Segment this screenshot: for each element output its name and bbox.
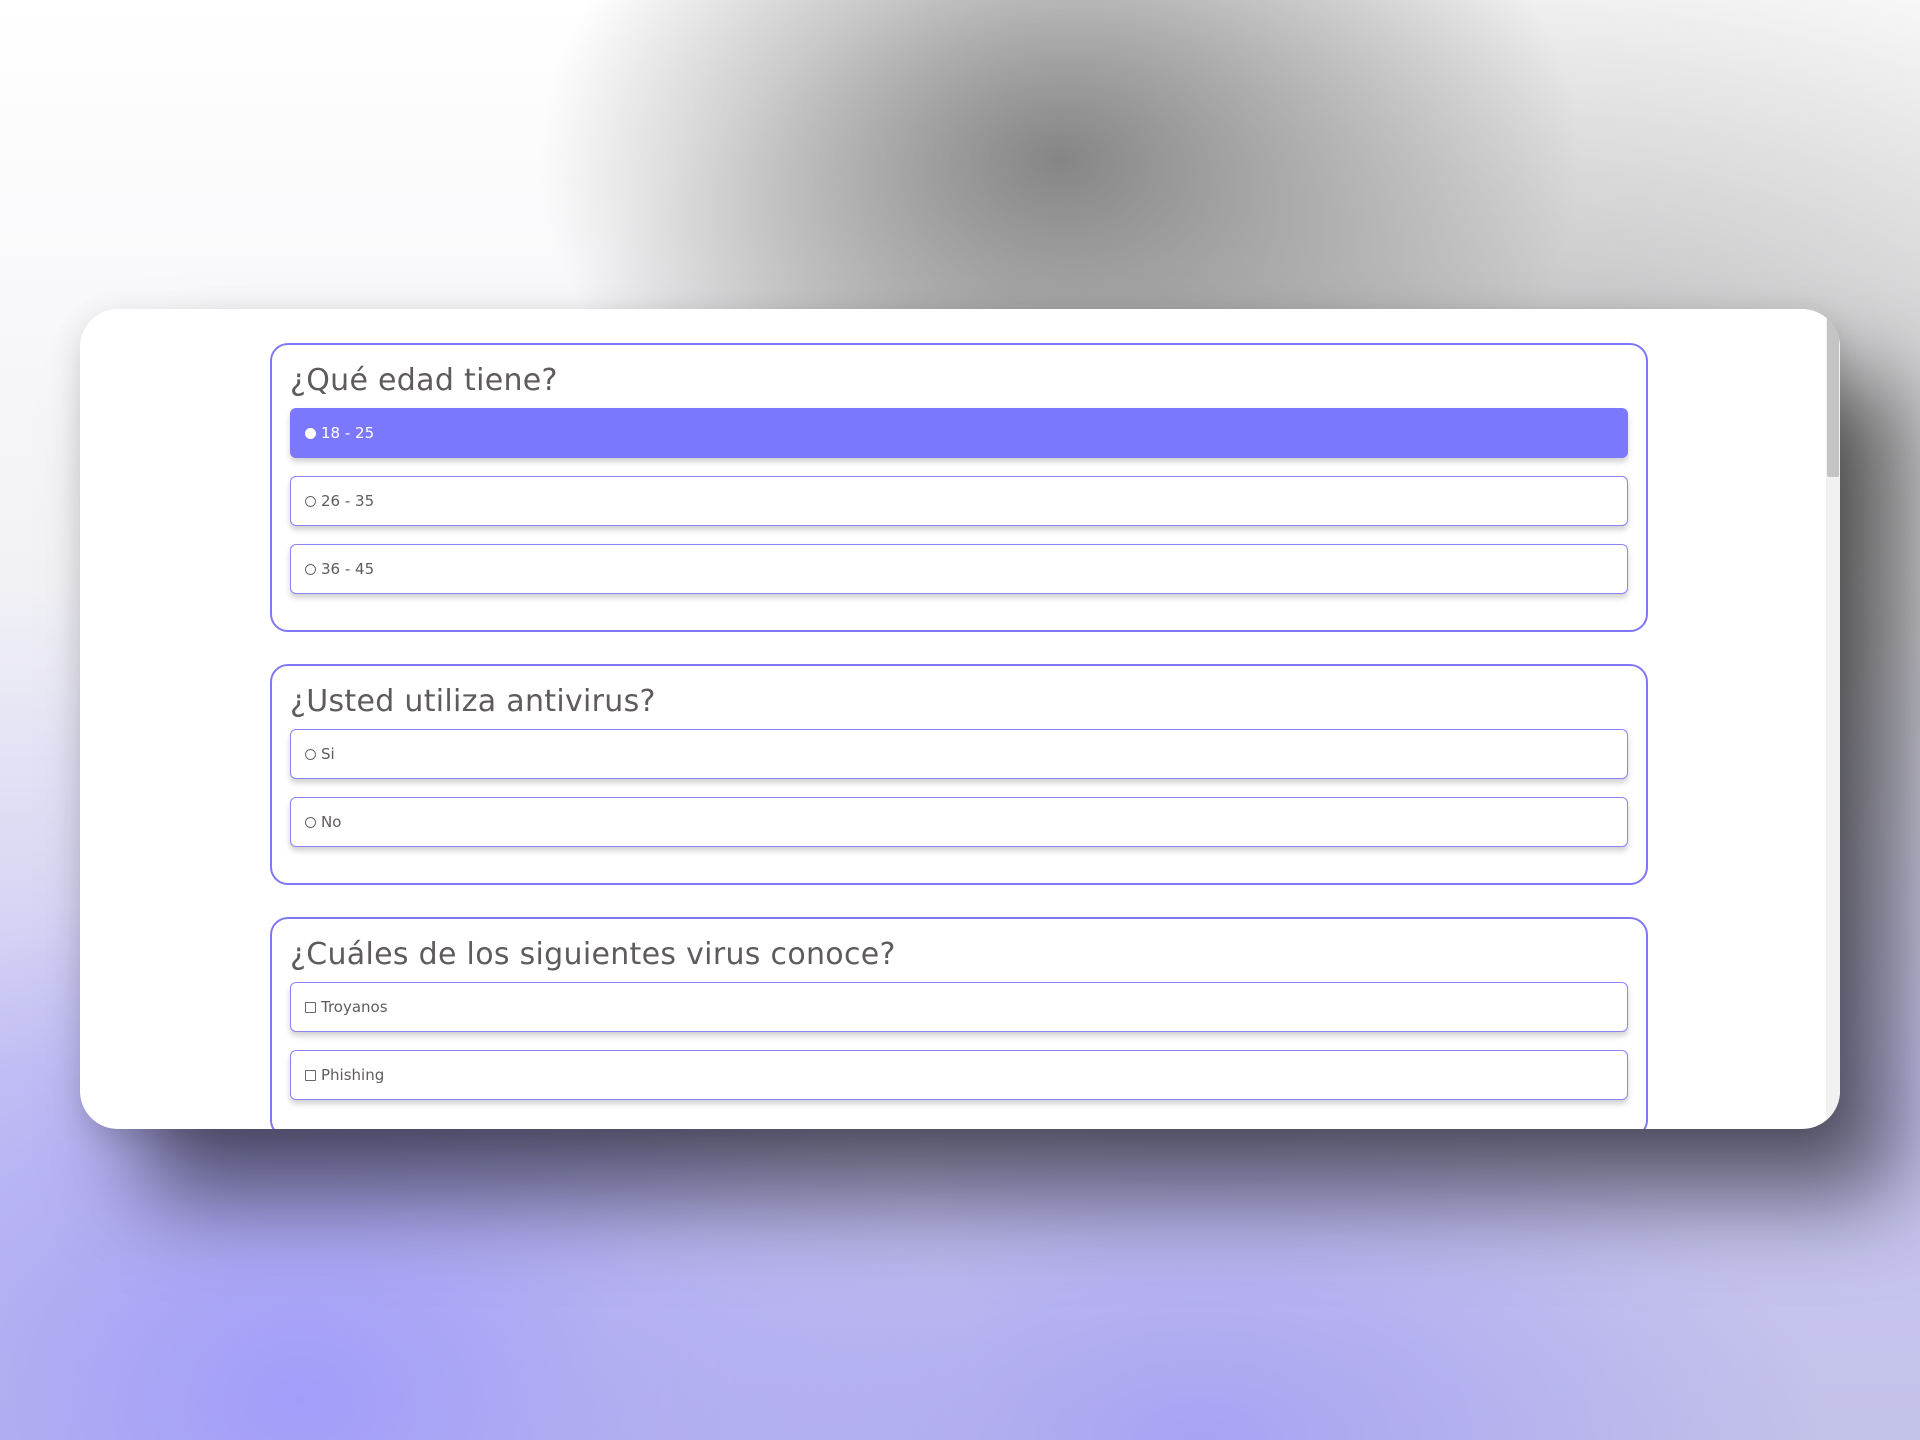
option-label: No [321, 813, 342, 831]
option-label: Troyanos [321, 998, 388, 1016]
radio-empty-icon [305, 748, 316, 760]
option-26-35[interactable]: 26 - 35 [290, 476, 1628, 526]
question-title: ¿Qué edad tiene? [290, 363, 558, 398]
vertical-scrollbar[interactable] [1826, 309, 1840, 1129]
radio-empty-icon [305, 495, 316, 507]
option-label: 26 - 35 [321, 492, 375, 510]
option-no[interactable]: No [290, 797, 1628, 847]
question-title: ¿Usted utiliza antivirus? [290, 684, 656, 719]
scrollbar-thumb[interactable] [1827, 315, 1839, 477]
question-card-antivirus: ¿Usted utiliza antivirus? Si No [270, 664, 1648, 885]
question-card-virus: ¿Cuáles de los siguientes virus conoce? … [270, 917, 1648, 1129]
option-36-45[interactable]: 36 - 45 [290, 544, 1628, 594]
radio-selected-icon [305, 427, 316, 439]
option-label: Phishing [321, 1066, 385, 1084]
option-label: 18 - 25 [321, 424, 375, 442]
radio-empty-icon [305, 563, 316, 575]
question-card-age: ¿Qué edad tiene? 18 - 25 26 - 35 36 - 45 [270, 343, 1648, 632]
option-label: Si [321, 745, 335, 763]
option-si[interactable]: Si [290, 729, 1628, 779]
option-troyanos[interactable]: Troyanos [290, 982, 1628, 1032]
survey-content: ¿Qué edad tiene? 18 - 25 26 - 35 36 - 45… [270, 343, 1648, 1129]
browser-window: ¿Qué edad tiene? 18 - 25 26 - 35 36 - 45… [80, 309, 1840, 1129]
checkbox-empty-icon [305, 1001, 316, 1013]
question-title: ¿Cuáles de los siguientes virus conoce? [290, 937, 896, 972]
radio-empty-icon [305, 816, 316, 828]
option-phishing[interactable]: Phishing [290, 1050, 1628, 1100]
option-18-25[interactable]: 18 - 25 [290, 408, 1628, 458]
option-label: 36 - 45 [321, 560, 375, 578]
checkbox-empty-icon [305, 1069, 316, 1081]
